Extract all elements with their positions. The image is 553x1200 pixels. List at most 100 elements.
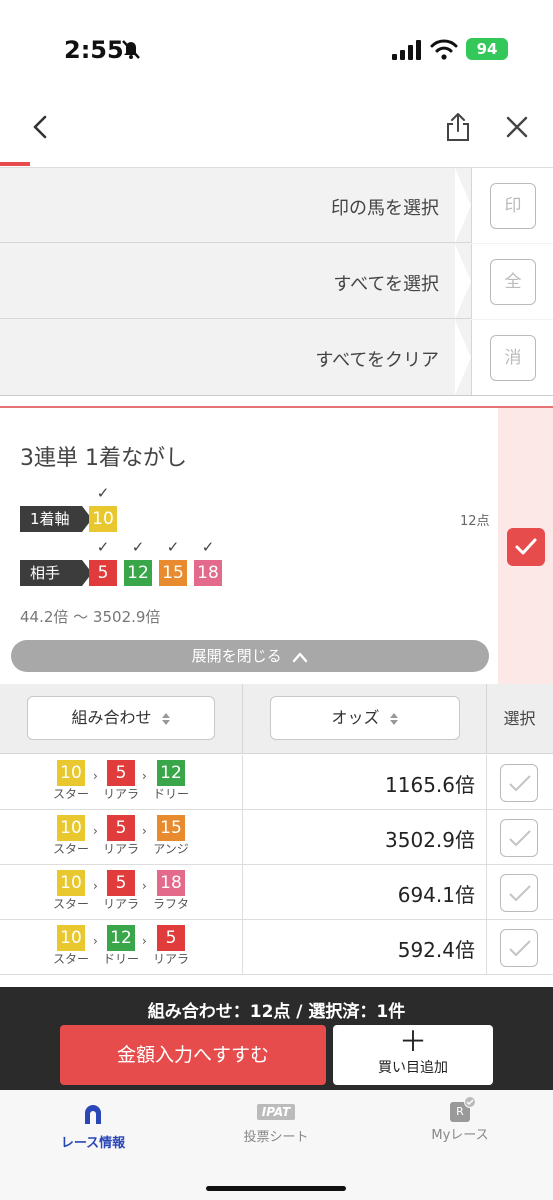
table-header: 組み合わせ オッズ 選択 [0,684,553,754]
partner-horse-number: 15 [159,560,187,586]
collapse-button[interactable]: 展開を閉じる [11,640,489,672]
horse-number: 10 [57,815,85,841]
row-checkbox[interactable] [500,764,538,802]
horse-name: リアラ [102,897,139,911]
battery-level: 94 [476,40,498,58]
check-mark: ✓ [96,538,110,556]
bet-title: 3連単 1着ながし [20,446,187,471]
column-divider [486,755,487,810]
column-divider [486,810,487,865]
tab-strip [0,158,553,168]
horse-name: スター [52,787,89,801]
check-mark: ✓ [166,538,180,556]
column-divider [242,755,243,810]
checkmark-icon [515,538,537,555]
select-marked-cell: 印 [471,168,553,243]
proceed-to-amount-button[interactable]: 金額入力へすすむ [60,1025,326,1085]
row-arrow-icon [455,320,471,395]
column-divider [242,865,243,920]
column-divider [486,920,487,975]
check-mark: ✓ [96,484,110,502]
partner-horse-number: 18 [194,560,222,586]
tab-ipat-sheet-label: 投票シート [243,1130,309,1145]
clear-all-row[interactable]: すべてをクリア 消 [0,320,553,395]
tab-race-info[interactable]: レース情報 [18,1100,168,1151]
horse-cell: 10 スター [46,760,96,801]
tab-my-race[interactable]: R Myレース [385,1096,535,1143]
sort-combination-button[interactable]: 組み合わせ [27,696,215,740]
tab-bar: レース情報 IPAT 投票シート R Myレース [0,1090,553,1200]
horse-number: 5 [107,815,135,841]
select-all-row[interactable]: すべてを選択 全 [0,244,553,319]
bell-muted-icon [122,40,140,59]
axis-tag: 1着軸 [20,506,92,532]
share-icon[interactable] [444,112,472,142]
close-icon[interactable] [504,114,530,140]
horse-name: スター [52,842,89,856]
horse-name: スター [52,897,89,911]
horse-number: 10 [57,870,85,896]
select-marked-row[interactable]: 印の馬を選択 印 [0,168,553,243]
tab-ipat-sheet[interactable]: IPAT 投票シート [201,1100,351,1145]
check-mark: ✓ [201,538,215,556]
horse-name: リアラ [102,842,139,856]
partner-horse-number: 5 [89,560,117,586]
table-row: 10 スター › 5 リアラ › 12 ドリー 1165.6倍 [0,755,553,810]
cellular-signal-icon [392,40,421,60]
points-count: 12点 [460,514,490,529]
row-checkbox[interactable] [500,819,538,857]
combination-header: 組み合わせ [71,708,152,727]
row-checkbox[interactable] [500,929,538,967]
select-all-button[interactable]: 全 [490,259,536,305]
my-race-badge-letter: R [456,1105,464,1118]
chevron-up-icon [293,652,308,662]
column-divider [242,920,243,975]
clear-all-cell: 消 [471,320,553,395]
horse-number: 5 [107,760,135,786]
bet-selected-checkbox[interactable] [507,528,545,566]
horse-cell: 10 スター [46,815,96,856]
horse-number: 5 [107,870,135,896]
back-chevron-icon[interactable] [28,114,54,140]
select-all-cell: 全 [471,244,553,319]
horse-number: 18 [157,870,185,896]
horse-cell: 10 スター [46,925,96,966]
horse-name: ドリー [102,952,139,966]
axis-horse-number: 10 [89,506,117,532]
check-badge-icon [464,1096,476,1108]
bottom-action-bar: 組み合わせ：12点 / 選択済：1件 金額入力へすすむ ＋ 買い目追加 [0,987,553,1090]
clear-all-label: すべてをクリア [315,350,439,371]
active-tab-indicator [0,162,30,166]
horse-name: ラフタ [152,897,189,911]
row-arrow-icon [455,244,471,319]
column-divider [242,810,243,865]
mark-button[interactable]: 印 [490,183,536,229]
select-options: 印の馬を選択 印 すべてを選択 全 すべてをクリア 消 [0,168,553,396]
column-divider [242,684,243,754]
selection-summary: 組み合わせ：12点 / 選択済：1件 [147,1002,406,1022]
horse-number: 12 [157,760,185,786]
partner-horse-number: 12 [124,560,152,586]
horse-cell: 18 ラフタ [146,870,196,911]
sort-odds-button[interactable]: オッズ [270,696,460,740]
checkmark-icon [509,885,531,902]
horse-cell: 5 リアラ [96,870,146,911]
bet-card: 3連単 1着ながし 1着軸 ✓ 10 12点 相手 ✓ ✓ ✓ ✓ 5 12 1… [0,406,553,684]
horse-cell: 5 リアラ [96,760,146,801]
row-arrow-icon [455,168,471,243]
odds-range: 44.2倍 〜 3502.9倍 [20,608,161,626]
partner-tag: 相手 [20,560,92,586]
table-row: 10 スター › 12 ドリー › 5 リアラ 592.4倍 [0,920,553,975]
horse-name: アンジ [153,842,189,856]
clear-all-button[interactable]: 消 [490,335,536,381]
row-checkbox[interactable] [500,874,538,912]
checkmark-icon [509,940,531,957]
horse-number: 10 [57,760,85,786]
status-bar: 2:55 94 [0,0,553,100]
horse-cell: 12 ドリー [96,925,146,966]
odds-value: 1165.6倍 [385,773,475,797]
add-bet-button[interactable]: ＋ 買い目追加 [333,1025,493,1085]
horse-name: スター [52,952,89,966]
horse-cell: 12 ドリー [146,760,196,801]
horse-number: 10 [57,925,85,951]
